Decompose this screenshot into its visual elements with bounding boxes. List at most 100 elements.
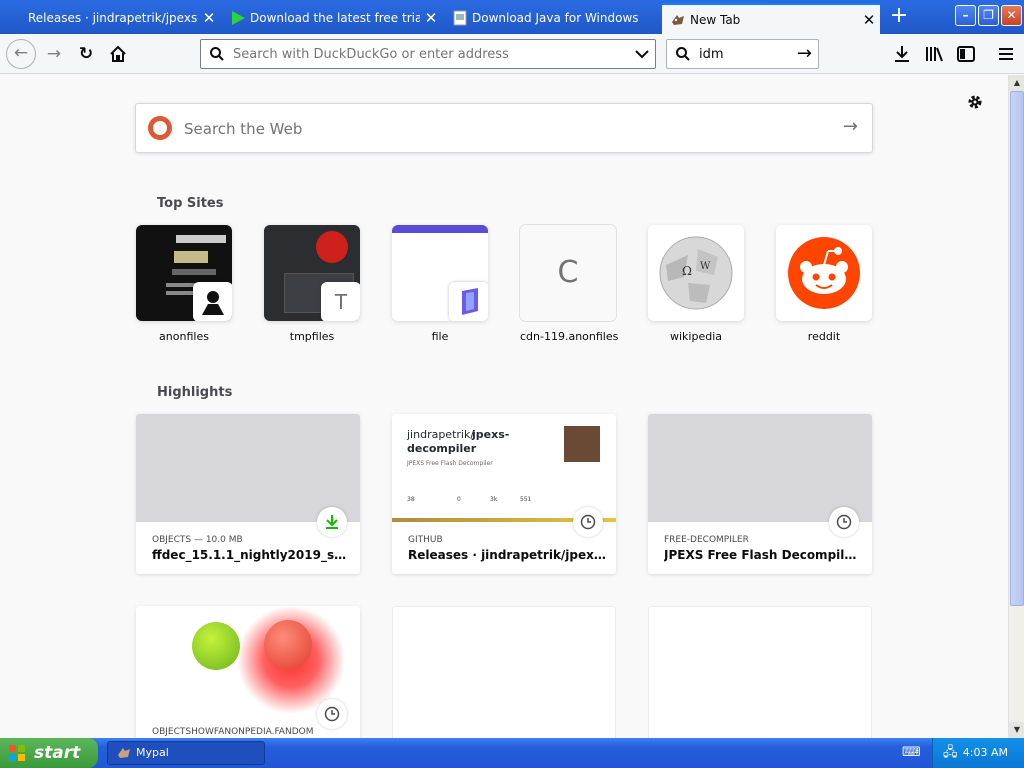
scroll-up-arrow[interactable]: ▲ [1009, 75, 1024, 91]
top-site-tmpfiles[interactable]: T tmpfiles [264, 225, 360, 343]
search-submit-icon[interactable]: → [843, 116, 858, 137]
library-button[interactable] [920, 40, 948, 68]
repo-stat: 38 [407, 496, 415, 503]
url-input[interactable] [231, 44, 621, 64]
svg-text:W: W [700, 261, 711, 272]
chevron-down-icon[interactable] [635, 48, 649, 60]
close-tab-icon[interactable]: ✕ [420, 9, 442, 27]
web-search-box[interactable]: → [135, 103, 873, 153]
top-site-label: cdn-119.anonfiles [520, 330, 619, 343]
url-bar[interactable] [200, 39, 656, 69]
keyboard-icon[interactable]: ⌨ [902, 745, 921, 761]
tab-new-tab[interactable]: New Tab ✕ [662, 3, 880, 34]
top-site-label: anonfiles [159, 330, 209, 343]
page-icon [453, 10, 467, 26]
top-site-file[interactable]: file [392, 225, 488, 343]
tmpfiles-badge: T [321, 282, 360, 321]
card-context: OBJECTS — 10.0 MB [152, 535, 243, 545]
scroll-thumb[interactable] [1010, 91, 1024, 606]
tab-download-java[interactable]: Download Java for Windows [444, 2, 662, 34]
highlight-card-download[interactable]: OBJECTS — 10.0 MB ffdec_15.1.1_nightly20… [136, 414, 360, 574]
windows-flag-icon [9, 745, 25, 761]
green-character [192, 622, 240, 670]
start-label: start [34, 743, 81, 763]
top-site-label: wikipedia [669, 330, 722, 343]
search-go-icon[interactable]: → [797, 43, 812, 64]
repo-description: JPEXS Free Flash Decompiler [407, 460, 493, 467]
start-button[interactable]: start [0, 738, 98, 768]
vertical-scrollbar[interactable]: ▲ ▼ [1008, 75, 1024, 738]
tab-label: New Tab [690, 12, 741, 27]
download-icon [317, 507, 347, 537]
taskbar-item-label: Mypal [136, 746, 169, 759]
site-thumbnail [392, 225, 488, 321]
card-title: ffdec_15.1.1_nightly2019_setup.... [152, 548, 352, 562]
highlight-card-jpexs[interactable]: FREE-DECOMPILER JPEXS Free Flash Decompi… [648, 414, 872, 574]
search-bar-value[interactable]: idm [699, 47, 724, 62]
tab-label: Releases · jindrapetrik/jpexs-dec [28, 11, 198, 25]
menu-button[interactable] [992, 40, 1020, 68]
tab-strip: Releases · jindrapetrik/jpexs-dec ✕ Down… [0, 0, 1024, 34]
new-tab-button[interactable]: + [886, 4, 912, 30]
mypal-icon [118, 748, 130, 758]
tab-label: Download Java for Windows [472, 11, 639, 25]
tab-releases[interactable]: Releases · jindrapetrik/jpexs-dec ✕ [0, 2, 220, 34]
card-context: GITHUB [408, 535, 443, 545]
reload-button[interactable]: ↻ [72, 40, 100, 68]
top-sites-heading: Top Sites [157, 196, 224, 211]
close-window-button[interactable]: ✕ [1001, 5, 1022, 26]
highlight-card-github[interactable]: jindrapetrik/ jpexs- decompiler JPEXS Fr… [392, 414, 616, 574]
sidebar-button[interactable] [952, 40, 980, 68]
back-button[interactable]: ← [6, 39, 36, 69]
gear-icon[interactable] [966, 93, 984, 111]
taskbar-item-mypal[interactable]: Mypal [107, 741, 265, 765]
card-context: FREE-DECOMPILER [664, 535, 749, 545]
highlight-card-fandom[interactable]: OBJECTSHOWFANONPEDIA.FANDOM [136, 606, 360, 738]
network-icon[interactable]: 🖧 [943, 738, 958, 768]
card-image [136, 606, 360, 714]
site-thumbnail: T [264, 225, 360, 321]
top-site-cdn-anonfiles[interactable]: C cdn-119.anonfiles [520, 225, 619, 343]
owner-avatar [564, 426, 600, 462]
web-search-input[interactable] [182, 119, 782, 139]
minimize-button[interactable]: – [955, 5, 976, 26]
highlight-placeholder [648, 606, 872, 738]
tab-download-trial[interactable]: Download the latest free trial ver ✕ [222, 2, 442, 34]
sidebar-icon [957, 46, 975, 62]
card-image-placeholder [648, 414, 872, 522]
taskbar: start Mypal ⌨ 🖧 4:03 AM [0, 738, 1024, 768]
close-tab-icon[interactable]: ✕ [858, 11, 880, 29]
top-site-anonfiles[interactable]: anonfiles [136, 225, 232, 343]
reddit-icon [776, 225, 872, 321]
card-image-placeholder [136, 414, 360, 522]
home-icon [110, 45, 126, 62]
forward-button[interactable]: → [40, 40, 68, 68]
svg-text:Ω: Ω [682, 264, 692, 278]
scroll-down-arrow[interactable]: ▼ [1009, 722, 1024, 738]
highlights-heading: Highlights [157, 385, 233, 400]
idm-icon [232, 11, 245, 25]
duckduckgo-icon [148, 116, 172, 140]
library-icon [926, 47, 943, 62]
top-site-label: reddit [807, 330, 841, 343]
search-icon [210, 47, 224, 61]
repo-name: jpexs- [472, 428, 510, 441]
clock: 4:03 AM [962, 746, 1008, 759]
top-site-wikipedia[interactable]: Ω W wikipedia [648, 225, 744, 343]
home-button[interactable] [104, 40, 132, 68]
red-character [264, 620, 312, 670]
search-bar[interactable]: idm → [666, 39, 819, 69]
repo-stat: 0 [457, 496, 461, 503]
site-thumbnail: C [520, 225, 616, 321]
system-tray: 🖧 4:03 AM [932, 738, 1024, 768]
clock-icon [573, 507, 603, 537]
close-tab-icon[interactable]: ✕ [198, 9, 220, 27]
repo-stat: 3k [490, 496, 498, 503]
card-image: jindrapetrik/ jpexs- decompiler JPEXS Fr… [392, 414, 616, 522]
anonfiles-icon [193, 282, 232, 321]
search-icon [676, 47, 690, 61]
maximize-button[interactable]: ❐ [978, 5, 999, 26]
downloads-button[interactable] [888, 40, 916, 68]
top-site-reddit[interactable]: reddit [776, 225, 872, 343]
file-icon [449, 282, 488, 321]
